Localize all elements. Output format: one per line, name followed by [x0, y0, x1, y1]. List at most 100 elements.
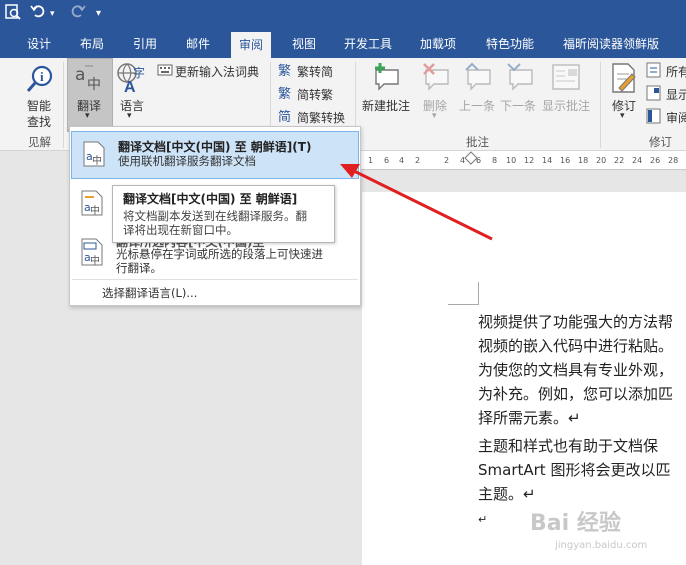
document-line[interactable]: 主题和样式也有助于文档保: [478, 434, 658, 458]
translate-document-desc: 使用联机翻译服务翻译文档: [118, 154, 256, 168]
svg-text:字: 字: [133, 65, 145, 80]
next-comment-icon[interactable]: [504, 62, 536, 95]
document-line[interactable]: SmartArt 图形将会更改以匹: [478, 458, 670, 482]
tab-view[interactable]: 视图: [292, 30, 316, 58]
translate-document-icon: a中: [82, 140, 108, 171]
document-line[interactable]: ↵: [478, 508, 487, 532]
convert-label[interactable]: 简繁转换: [297, 109, 345, 126]
tab-design[interactable]: 设计: [27, 30, 51, 58]
ribbon-separator: [600, 62, 601, 148]
group-insights-label: 见解: [28, 135, 51, 149]
svg-text:中: 中: [90, 254, 100, 267]
markup-all-label[interactable]: 所有: [666, 63, 686, 80]
tab-developer[interactable]: 开发工具: [344, 30, 392, 58]
delete-comment-icon[interactable]: [420, 62, 452, 95]
svg-text:中: 中: [92, 154, 102, 167]
document-line[interactable]: 择所需元素。↵: [478, 406, 581, 430]
translate-icon: a中: [73, 62, 105, 95]
translate-mini-desc-2: 行翻译。: [116, 261, 162, 275]
ribbon-separator: [63, 62, 64, 148]
tab-special-features[interactable]: 特色功能: [486, 30, 534, 58]
baidu-watermark-url: jingyan.baidu.com: [555, 540, 648, 551]
svg-text:繁: 繁: [278, 63, 291, 78]
next-comment-label: 下一条: [500, 99, 537, 113]
document-line[interactable]: 主题。↵: [478, 482, 536, 506]
tab-foxit-reader[interactable]: 福昕阅读器领鲜版: [563, 30, 659, 58]
new-comment-label: 新建批注: [362, 99, 411, 113]
svg-text:14: 14: [542, 156, 552, 165]
translate-document-tooltip: 翻译文档[中文(中国) 至 朝鲜语] 将文档副本发送到在线翻译服务。翻 译将出现…: [112, 185, 335, 243]
translate-document-title: 翻译文档[中文(中国) 至 朝鲜语](T): [118, 140, 312, 154]
update-ime-icon[interactable]: [157, 62, 173, 81]
simp-to-trad-label[interactable]: 简转繁: [297, 86, 333, 103]
convert-icon: 简: [278, 108, 294, 127]
redo-icon[interactable]: [70, 3, 86, 26]
delete-dropdown-icon: ▾: [432, 111, 437, 121]
document-line[interactable]: 视频的嵌入代码中进行粘贴。: [478, 334, 673, 358]
translate-dropdown-icon: ▾: [85, 111, 90, 121]
smart-lookup-label-1: 智能: [27, 99, 52, 113]
svg-text:16: 16: [560, 156, 570, 165]
svg-text:简: 简: [278, 109, 291, 124]
svg-text:a: a: [75, 65, 85, 85]
group-tracking-label: 修订: [649, 135, 672, 149]
new-comment-icon[interactable]: [370, 62, 402, 95]
red-annotation-arrow: [340, 164, 493, 241]
translate-selection-icon: a中: [80, 189, 106, 220]
svg-text:26: 26: [650, 156, 660, 165]
tab-review[interactable]: 审阅: [231, 32, 272, 58]
svg-text:24: 24: [632, 156, 642, 165]
tab-mailings[interactable]: 邮件: [186, 30, 210, 58]
tab-layout[interactable]: 布局: [80, 30, 104, 58]
reviewing-pane-icon: [646, 108, 662, 127]
ribbon-tabs: 设计 布局 引用 邮件 审阅 视图 开发工具 加载项 特色功能 福昕阅读器领鲜版: [0, 30, 686, 58]
update-ime-label[interactable]: 更新输入法词典: [175, 63, 259, 80]
markup-icon: [646, 62, 662, 81]
show-markup-icon: [646, 85, 662, 104]
show-markup-label[interactable]: 显示: [666, 86, 686, 103]
document-line[interactable]: 视频提供了功能强大的方法帮: [478, 310, 673, 334]
svg-text:繁: 繁: [278, 86, 291, 101]
trad-to-simp-label[interactable]: 繁转简: [297, 63, 333, 80]
language-label: 语言: [120, 99, 145, 113]
translate-document-item[interactable]: a中 翻译文档[中文(中国) 至 朝鲜语](T) 使用联机翻译服务翻译文档: [71, 131, 359, 179]
menu-separator: [72, 279, 358, 280]
svg-text:18: 18: [578, 156, 588, 165]
translate-mini-desc-1: 光标悬停在字词或所选的段落上可快速进: [116, 247, 323, 261]
smart-lookup-label-2: 查找: [27, 115, 52, 129]
svg-text:28: 28: [668, 156, 678, 165]
simp-to-trad-icon: 繁: [278, 85, 294, 104]
show-comments-label: 显示批注: [542, 99, 591, 113]
language-dropdown-icon: ▾: [127, 111, 132, 121]
undo-icon[interactable]: [30, 3, 46, 26]
previous-comment-icon[interactable]: [462, 62, 494, 95]
document-line[interactable]: 为使您的文档具有专业外观，: [478, 358, 673, 382]
reviewing-pane-label[interactable]: 审阅: [666, 109, 686, 126]
svg-text:20: 20: [596, 156, 606, 165]
margin-corner-mark: [448, 282, 479, 305]
svg-text:中: 中: [90, 204, 100, 217]
title-bar: ▾ ▾: [0, 0, 686, 30]
previous-comment-label: 上一条: [459, 99, 496, 113]
language-icon[interactable]: 字A: [115, 62, 149, 97]
svg-text:A: A: [124, 79, 136, 94]
svg-text:中: 中: [87, 77, 101, 92]
svg-text:22: 22: [614, 156, 624, 165]
baidu-watermark: Bai 经验: [530, 511, 621, 536]
choose-translation-language-item[interactable]: 选择翻译语言(L)...: [102, 285, 197, 301]
document-line[interactable]: 为补充。例如，您可以添加匹: [478, 382, 673, 406]
track-changes-dropdown-icon: ▾: [620, 111, 625, 121]
svg-text:12: 12: [524, 156, 534, 165]
track-changes-icon[interactable]: [610, 62, 638, 97]
tab-references[interactable]: 引用: [133, 30, 157, 58]
trad-to-simp-icon: 繁: [278, 62, 294, 81]
show-comments-icon[interactable]: [551, 62, 581, 95]
smart-lookup-icon[interactable]: i: [25, 64, 55, 97]
mini-translator-icon: a中: [80, 237, 106, 270]
tooltip-line-2: 译将出现在新窗口中。: [123, 223, 238, 237]
print-preview-icon[interactable]: [4, 3, 22, 28]
tab-addins[interactable]: 加载项: [420, 30, 456, 58]
customize-toolbar-icon[interactable]: ▾: [96, 3, 101, 25]
undo-dropdown-icon[interactable]: ▾: [50, 3, 55, 25]
svg-text:i: i: [40, 69, 44, 84]
